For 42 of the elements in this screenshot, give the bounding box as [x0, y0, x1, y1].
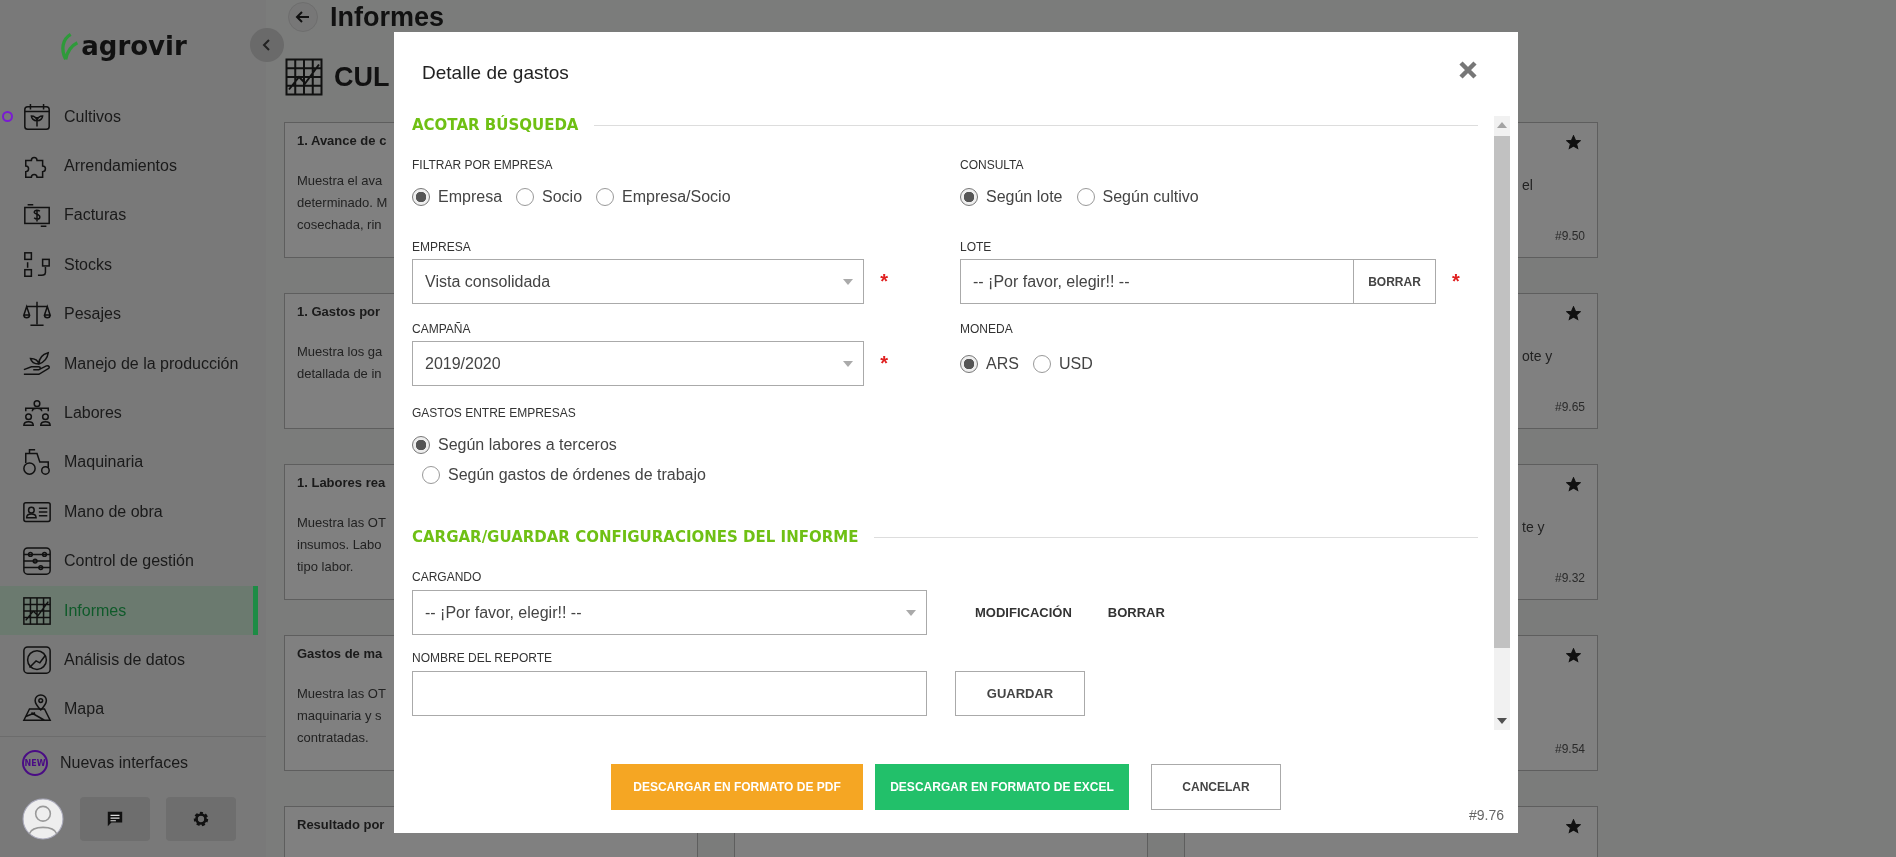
card-description: Muestra las OT [297, 514, 386, 532]
card-description: tipo labor. [297, 558, 354, 576]
card-description: maquinaria y s [297, 707, 382, 725]
field-label: NOMBRE DEL REPORTE [412, 651, 553, 665]
logo-text: agrovir [81, 31, 187, 61]
card-description: Muestra las OT [297, 685, 386, 703]
required-mark: * [880, 352, 888, 375]
report-code: #9.65 [1554, 400, 1585, 414]
field-label: CAMPAÑA [412, 322, 471, 336]
card-description: detallada de in [297, 365, 382, 383]
modal-title: Detalle de gastos [422, 62, 569, 84]
card-title: Gastos de ma [297, 646, 383, 661]
report-code: #9.32 [1554, 571, 1585, 585]
field-label: LOTE [960, 240, 992, 254]
field-label: CARGANDO [412, 570, 482, 584]
card-description: determinado. M [297, 194, 388, 212]
section-heading: ACOTAR BÚSQUEDA [412, 116, 579, 134]
page-title: Informes [330, 1, 445, 33]
card-description: insumos. Labo [297, 536, 382, 554]
card-description: contratadas. [297, 729, 369, 747]
required-mark: * [1452, 270, 1460, 293]
card-description: el [1522, 177, 1533, 193]
card-description: te y [1522, 519, 1545, 535]
card-description: cosechada, rin [297, 216, 382, 234]
report-code: #9.76 [1468, 807, 1504, 823]
card-description: Muestra el ava [297, 172, 383, 190]
field-label: EMPRESA [412, 240, 471, 254]
field-label: FILTRAR POR EMPRESA [412, 158, 553, 172]
field-label: GASTOS ENTRE EMPRESAS [412, 406, 576, 420]
field-label: MONEDA [960, 322, 1013, 336]
card-title: Resultado por [297, 817, 385, 832]
card-title: 1. Avance de c [297, 133, 387, 148]
field-label: CONSULTA [960, 158, 1024, 172]
report-code: #9.50 [1554, 229, 1585, 243]
card-description: Muestra los ga [297, 343, 383, 361]
card-description: ote y [1522, 348, 1553, 364]
card-title: 1. Gastos por [297, 304, 381, 319]
card-title: 1. Labores rea [297, 475, 386, 490]
required-mark: * [880, 270, 888, 293]
report-code: #9.54 [1554, 742, 1585, 756]
section-title: CUL [334, 61, 390, 93]
section-heading: CARGAR/GUARDAR CONFIGURACIONES DEL INFORME [412, 528, 859, 546]
